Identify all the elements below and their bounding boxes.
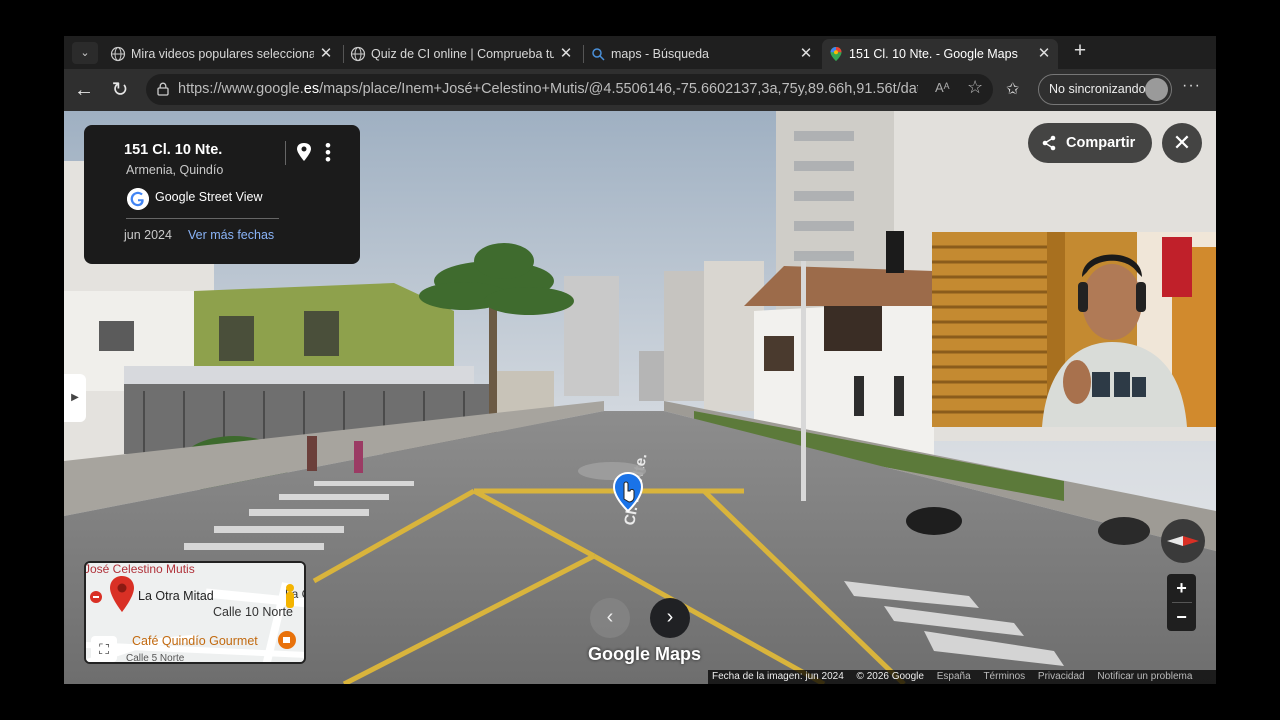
cafe-icon: [278, 631, 296, 649]
expand-panel-button[interactable]: ▶: [64, 374, 86, 422]
close-icon[interactable]: ✕: [558, 39, 574, 69]
close-icon[interactable]: ✕: [798, 39, 814, 69]
profile-label: No sincronizando: [1049, 82, 1146, 96]
globe-icon: [350, 46, 366, 62]
more-dates-link[interactable]: Ver más fechas: [188, 228, 274, 242]
browser-window: ⌄ Mira videos populares seleccionados ✕ …: [64, 36, 1216, 684]
school-marker-icon: [90, 591, 102, 603]
address-bar[interactable]: https://www.google.es/maps/place/Inem+Jo…: [146, 74, 993, 105]
hand-cursor-icon: [612, 471, 644, 513]
search-icon: [592, 48, 605, 61]
url-domain: es: [303, 81, 320, 97]
tab-title: Mira videos populares seleccionados: [131, 47, 314, 61]
minimap-label-cafe: Café Quindío Gourmet: [132, 634, 258, 648]
close-icon: ✕: [1172, 130, 1192, 155]
image-date: Fecha de la imagen: jun 2024: [712, 671, 844, 682]
copyright: © 2026 Google: [856, 671, 924, 682]
new-tab-button[interactable]: +: [1068, 40, 1092, 64]
tab-title: Quiz de CI online | Comprueba tu: [371, 47, 554, 61]
profile-button[interactable]: No sincronizando: [1038, 74, 1172, 105]
minimap-label-street: Calle 10 Norte: [213, 605, 293, 619]
capture-date: jun 2024: [124, 228, 172, 242]
read-aloud-icon[interactable]: Aᴬ: [935, 80, 950, 95]
next-image-button[interactable]: ›: [650, 598, 690, 638]
google-maps-logo: Google Maps: [588, 644, 702, 664]
tab-bar: ⌄ Mira videos populares seleccionados ✕ …: [64, 36, 1216, 69]
city-label: Armenia, Quindío: [126, 163, 224, 177]
red-pin-icon: [110, 576, 134, 612]
url-text[interactable]: https://www.google.es/maps/place/Inem+Jo…: [178, 81, 918, 97]
privacy-link[interactable]: Privacidad: [1038, 671, 1085, 682]
compass-needle-icon: [1167, 536, 1199, 546]
star-icon[interactable]: ☆: [967, 77, 983, 98]
country-link[interactable]: España: [937, 671, 971, 682]
back-arrow-icon[interactable]: ←: [71, 77, 97, 103]
attribution-footer: Fecha de la imagen: jun 2024 © 2026 Goog…: [708, 670, 1216, 684]
globe-icon: [110, 46, 126, 62]
minimap[interactable]: José Celestino Mutis La Otra Mitad Calle…: [84, 561, 306, 664]
url-prefix: https://www.google.: [178, 81, 304, 97]
tab-0[interactable]: Mira videos populares seleccionados ✕: [104, 39, 340, 69]
location-pin-icon[interactable]: [296, 142, 312, 162]
divider: [285, 141, 286, 165]
street-view-viewport[interactable]: Cl. 10 Nte. 151 Cl. 10 Nte. Armenia, Qui…: [64, 111, 1216, 684]
tab-title: 151 Cl. 10 Nte. - Google Maps: [849, 47, 1018, 61]
lock-icon: [157, 82, 169, 96]
url-path: /maps/place/Inem+José+Celestino+Mutis/@4…: [319, 81, 918, 97]
minimap-label-place: La Otra Mitad: [138, 589, 214, 603]
zoom-in-button[interactable]: +: [1167, 574, 1196, 602]
close-icon[interactable]: ✕: [1036, 39, 1052, 69]
compass-icon[interactable]: [1161, 519, 1205, 563]
zoom-out-button[interactable]: −: [1167, 603, 1196, 631]
previous-image-button[interactable]: ‹: [590, 598, 630, 638]
tab-2[interactable]: maps - Búsqueda ✕: [584, 39, 820, 69]
report-problem-link[interactable]: Notificar un problema: [1097, 671, 1192, 682]
share-label: Compartir: [1066, 135, 1136, 151]
avatar: [1145, 78, 1168, 101]
tab-list-button[interactable]: ⌄: [72, 42, 98, 64]
more-options-icon[interactable]: ···: [1182, 77, 1201, 95]
street-view-source: Google Street View: [155, 190, 263, 204]
minimap-label-school: José Celestino Mutis: [84, 562, 195, 576]
pegman-icon[interactable]: [282, 583, 298, 613]
close-icon[interactable]: ✕: [318, 39, 334, 69]
minimap-label-street2: Calle 5 Norte: [126, 653, 185, 664]
close-street-view-button[interactable]: ✕: [1162, 123, 1202, 163]
webcam-overlay: [932, 232, 1216, 427]
share-button[interactable]: Compartir: [1028, 123, 1152, 163]
more-vert-icon[interactable]: • • •: [324, 137, 332, 168]
divider: [126, 218, 279, 219]
location-info-card: 151 Cl. 10 Nte. Armenia, Quindío • • • Goo…: [84, 125, 360, 264]
refresh-icon[interactable]: ↻: [107, 77, 133, 103]
tab-1[interactable]: Quiz de CI online | Comprueba tu ✕: [344, 39, 580, 69]
terms-link[interactable]: Términos: [983, 671, 1025, 682]
share-icon: [1042, 135, 1056, 151]
address-toolbar: ← ↻ https://www.google.es/maps/place/Ine…: [64, 69, 1216, 111]
google-maps-icon: [830, 47, 842, 61]
tab-title: maps - Búsqueda: [611, 47, 709, 61]
fullscreen-icon[interactable]: ⛶: [91, 636, 117, 662]
address-title: 151 Cl. 10 Nte.: [124, 142, 223, 158]
zoom-control: + −: [1167, 574, 1196, 631]
tab-3-active[interactable]: 151 Cl. 10 Nte. - Google Maps ✕: [822, 39, 1058, 69]
favorites-icon[interactable]: ✩: [1006, 79, 1019, 99]
google-logo-icon: [127, 188, 149, 210]
